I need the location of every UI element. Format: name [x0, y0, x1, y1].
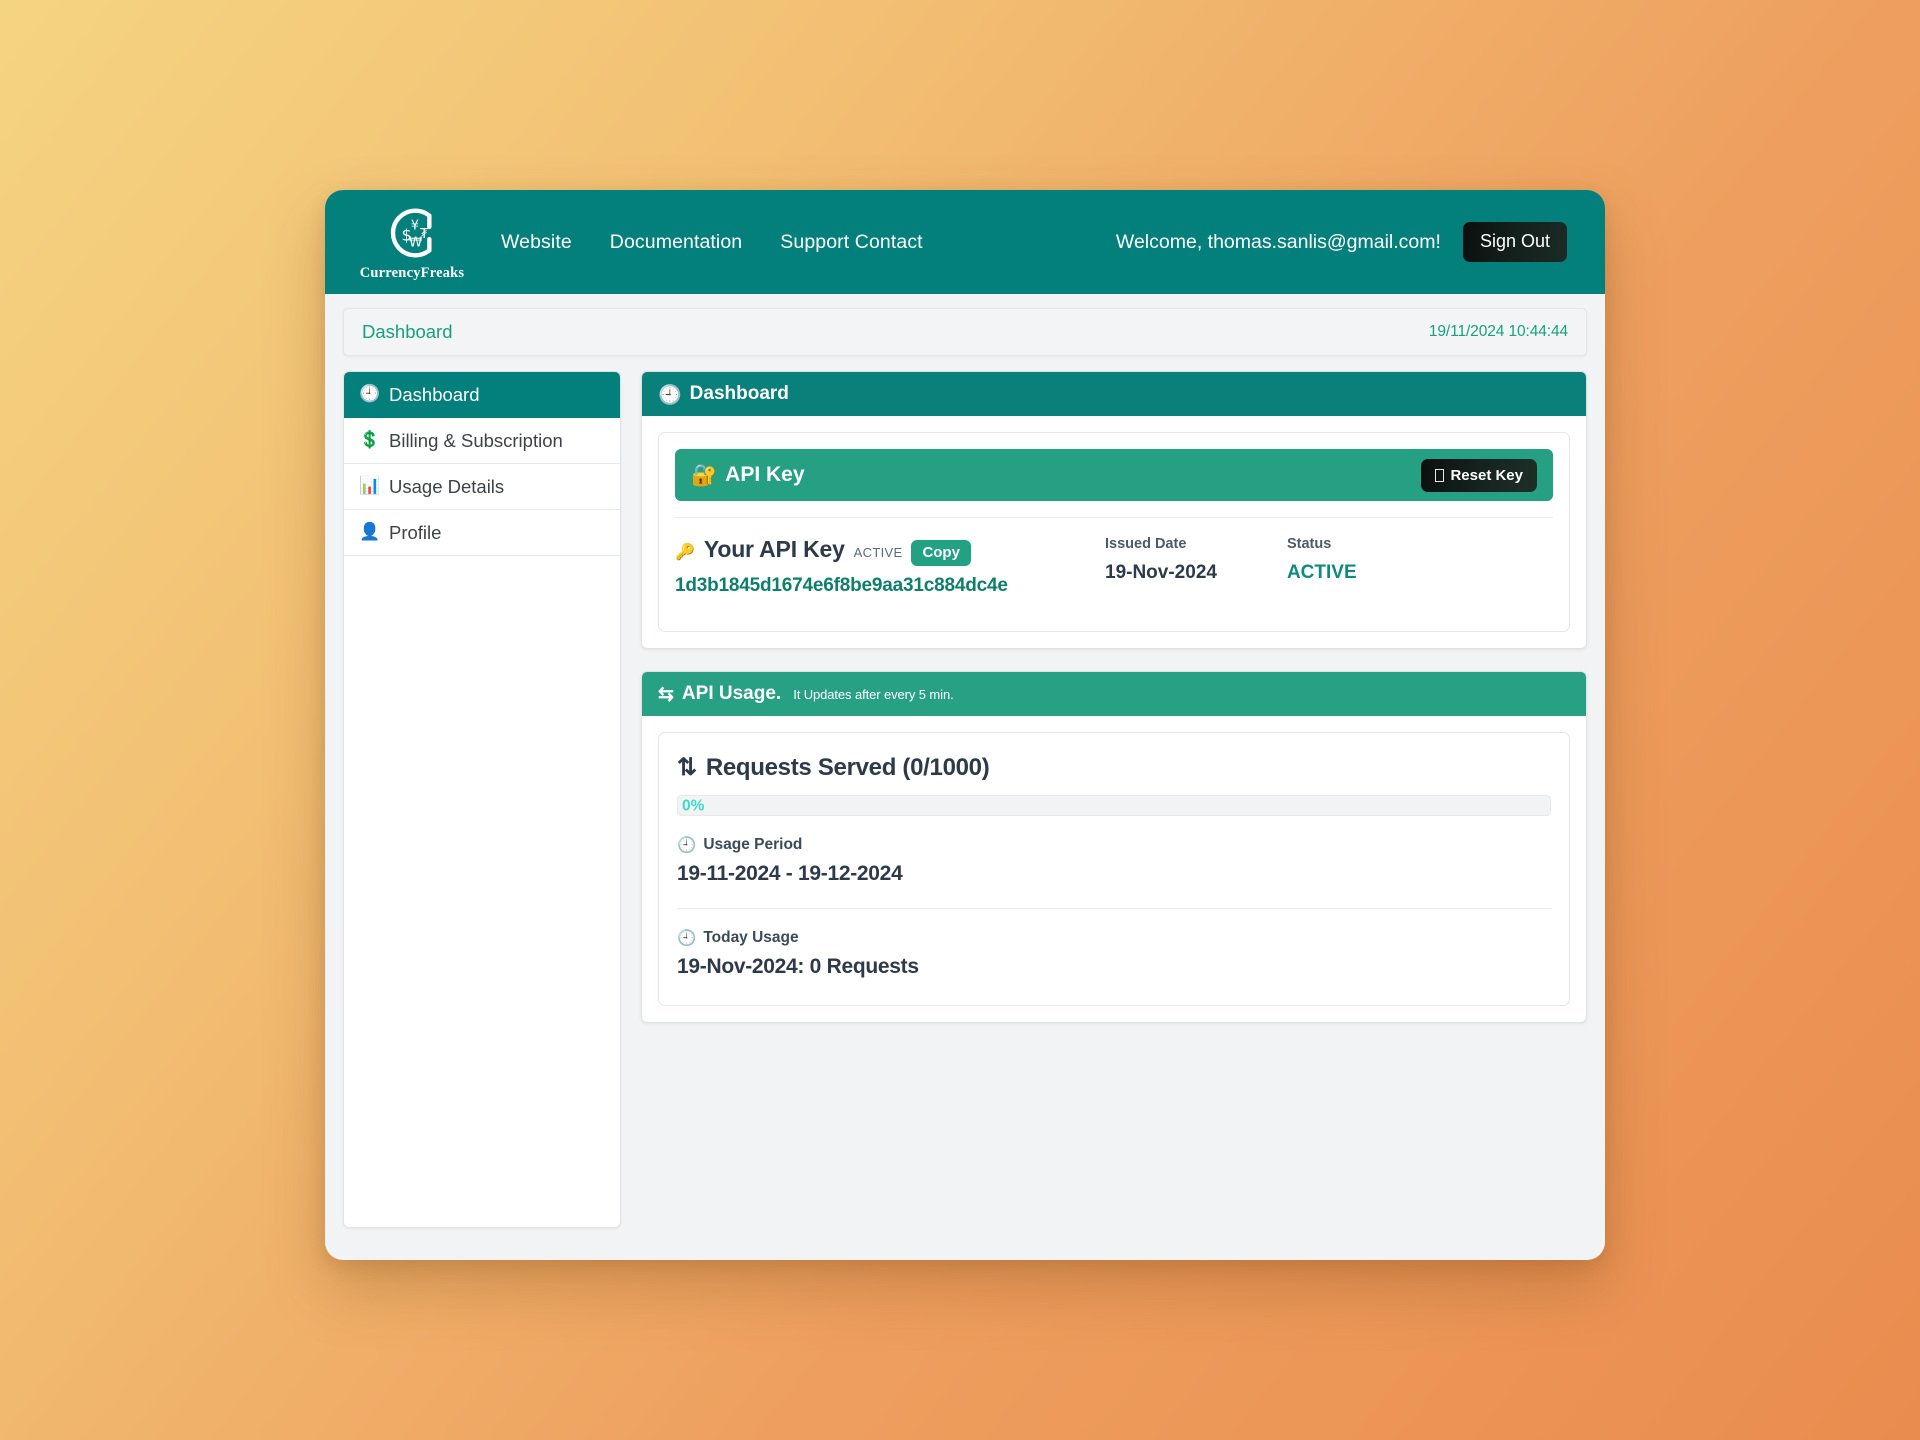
svg-text:¥: ¥: [411, 218, 419, 233]
api-key-title: Your API Key: [703, 536, 845, 562]
dollar-icon: 💲: [359, 430, 381, 450]
api-key-card-title-group: 🔐 API Key: [691, 463, 805, 488]
issued-date-label: Issued Date: [1105, 536, 1187, 552]
today-usage-value: 19-Nov-2024: 0 Requests: [677, 955, 919, 978]
dashboard-panel-header: 🕘 Dashboard: [642, 372, 1586, 416]
api-usage-card-body: ⇅ Requests Served (0/1000) 0% 🕘 Usage Pe…: [659, 733, 1569, 1005]
breadcrumb-datetime: 19/11/2024 10:44:44: [1428, 323, 1568, 340]
sidebar-item-label: Dashboard: [389, 383, 480, 405]
up-down-arrows-icon: ⇅: [677, 754, 697, 781]
nav-link-documentation[interactable]: Documentation: [610, 231, 742, 254]
api-usage-panel-title: API Usage.: [681, 683, 782, 704]
sign-out-button[interactable]: Sign Out: [1462, 222, 1567, 262]
missing-glyph-box-icon: [1435, 468, 1445, 482]
reset-key-button[interactable]: Reset Key: [1421, 458, 1537, 492]
status-label: Status: [1286, 536, 1332, 552]
top-navbar: $ ¥ ₮ ₩ CurrencyFreaks Website Documenta…: [325, 190, 1605, 294]
sidebar-item-label: Billing & Subscription: [389, 429, 563, 451]
api-key-state-badge: ACTIVE: [853, 545, 903, 560]
sidebar-item-dashboard[interactable]: 🕘 Dashboard: [344, 372, 620, 418]
api-key-card-header: 🔐 API Key Reset Key: [675, 449, 1553, 501]
sidebar-item-usage-details[interactable]: 📊 Usage Details: [344, 464, 620, 510]
app-window: $ ¥ ₮ ₩ CurrencyFreaks Website Documenta…: [325, 190, 1605, 1260]
brand-name: CurrencyFreaks: [359, 265, 465, 281]
today-usage-label: Today Usage: [703, 929, 799, 946]
welcome-text: Welcome, thomas.sanlis@gmail.com!: [1115, 230, 1441, 253]
clock-icon: 🕘: [677, 836, 697, 854]
api-usage-card: ⇅ Requests Served (0/1000) 0% 🕘 Usage Pe…: [658, 732, 1570, 1006]
nav-link-support-contact[interactable]: Support Contact: [780, 231, 922, 254]
usage-period-label: Usage Period: [703, 836, 803, 853]
usage-period-value: 19-11-2024 - 19-12-2024: [677, 862, 903, 885]
api-key-details: 🔑 Your API Key ACTIVE Copy 1d3b1845d1674…: [659, 518, 1569, 631]
reset-key-button-label: Reset Key: [1450, 466, 1523, 484]
api-key-title-row: 🔑 Your API Key ACTIVE Copy: [675, 536, 1105, 566]
currencyfreaks-circle-logo-icon: $ ¥ ₮ ₩: [390, 208, 432, 258]
key-icon: 🔑: [675, 542, 695, 561]
clock-icon: 🕘: [658, 383, 682, 406]
api-key-left-column: 🔑 Your API Key ACTIVE Copy 1d3b1845d1674…: [675, 536, 1105, 597]
status-column: Status ACTIVE: [1287, 536, 1357, 584]
dashboard-panel-title: Dashboard: [689, 383, 789, 404]
breadcrumb-title[interactable]: Dashboard: [362, 321, 453, 343]
sidebar-item-label: Usage Details: [389, 475, 505, 497]
usage-period-label-row: 🕘 Usage Period: [677, 836, 1551, 854]
copy-api-key-button[interactable]: Copy: [911, 540, 971, 566]
api-usage-panel: ⇆ API Usage. It Updates after every 5 mi…: [641, 671, 1587, 1023]
lock-with-key-icon: 🔐: [691, 462, 718, 487]
breadcrumb-bar: Dashboard 19/11/2024 10:44:44: [343, 308, 1587, 356]
clock-icon: 🕘: [359, 384, 381, 404]
api-usage-panel-subtitle: It Updates after every 5 min.: [793, 686, 954, 702]
status-badge: ACTIVE: [1286, 562, 1357, 583]
bar-chart-icon: 📊: [359, 476, 381, 496]
page-body: 🕘 Dashboard 💲 Billing & Subscription 📊 U…: [325, 356, 1605, 1260]
dashboard-panel-body: 🔐 API Key Reset Key 🔑 Your API Key ACTIV…: [642, 416, 1586, 648]
requests-served-title-row: ⇅ Requests Served (0/1000): [677, 753, 1551, 782]
api-usage-panel-header: ⇆ API Usage. It Updates after every 5 mi…: [642, 672, 1586, 716]
main-content: 🕘 Dashboard 🔐 API Key Reset Key 🔑 Your A…: [641, 371, 1587, 1242]
requests-progress-bar: 0%: [677, 795, 1551, 816]
nav-links: Website Documentation Support Contact: [501, 231, 923, 254]
sidebar-item-profile[interactable]: 👤 Profile: [344, 510, 620, 556]
api-key-value[interactable]: 1d3b1845d1674e6f8be9aa31c884dc4e: [675, 575, 1105, 597]
svg-text:₩: ₩: [409, 235, 423, 251]
today-usage-label-row: 🕘 Today Usage: [677, 929, 1551, 947]
brand-logo[interactable]: $ ¥ ₮ ₩ CurrencyFreaks: [357, 202, 467, 282]
swap-arrows-icon: ⇆: [658, 683, 674, 705]
issued-date-value: 19-Nov-2024: [1105, 562, 1217, 583]
person-icon: 👤: [359, 522, 381, 542]
sidebar-item-label: Profile: [389, 521, 442, 543]
api-key-card: 🔐 API Key Reset Key 🔑 Your API Key ACTIV…: [658, 432, 1570, 632]
requests-served-title: Requests Served (0/1000): [705, 753, 990, 781]
api-usage-panel-body: ⇅ Requests Served (0/1000) 0% 🕘 Usage Pe…: [642, 716, 1586, 1022]
nav-user-area: Welcome, thomas.sanlis@gmail.com! Sign O…: [1116, 222, 1567, 262]
sidebar-item-billing-subscription[interactable]: 💲 Billing & Subscription: [344, 418, 620, 464]
dashboard-panel: 🕘 Dashboard 🔐 API Key Reset Key 🔑 Your A…: [641, 371, 1587, 649]
usage-divider: [677, 908, 1551, 909]
nav-link-website[interactable]: Website: [501, 231, 572, 254]
sidebar: 🕘 Dashboard 💲 Billing & Subscription 📊 U…: [343, 371, 621, 1228]
api-key-card-title: API Key: [725, 463, 805, 486]
progress-percent-label: 0%: [682, 796, 705, 814]
clock-icon: 🕘: [677, 929, 697, 947]
issued-date-column: Issued Date 19-Nov-2024: [1105, 536, 1217, 584]
